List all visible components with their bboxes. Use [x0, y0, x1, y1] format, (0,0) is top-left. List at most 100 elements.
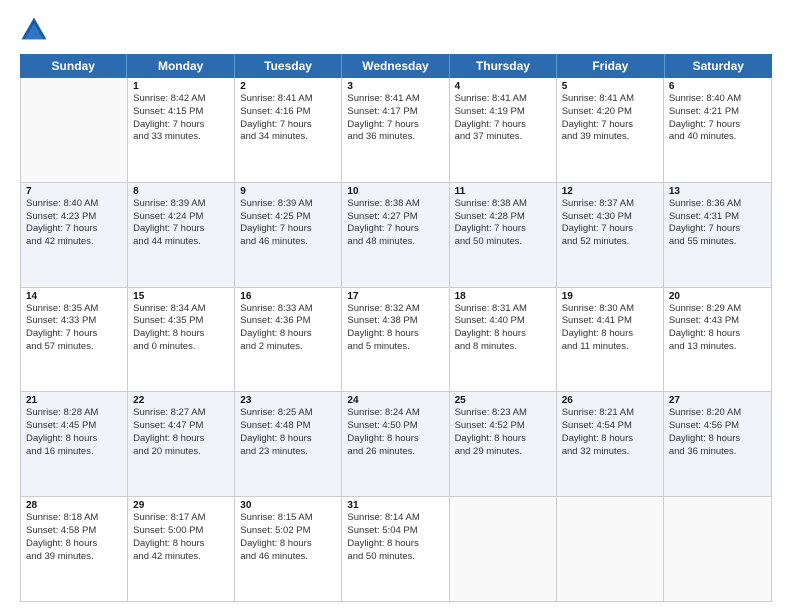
cell-info-line: Daylight: 7 hours	[26, 223, 122, 236]
cell-info-line: Sunset: 4:28 PM	[455, 211, 551, 224]
day-number: 31	[347, 500, 443, 511]
cell-info-line: and 0 minutes.	[133, 341, 229, 354]
cell-info-line: and 16 minutes.	[26, 446, 122, 459]
calendar-cell	[664, 497, 771, 601]
calendar-cell: 14Sunrise: 8:35 AMSunset: 4:33 PMDayligh…	[21, 288, 128, 392]
cell-info-line: Sunset: 4:19 PM	[455, 106, 551, 119]
day-number: 10	[347, 186, 443, 197]
cell-info-line: and 39 minutes.	[562, 131, 658, 144]
calendar-cell: 24Sunrise: 8:24 AMSunset: 4:50 PMDayligh…	[342, 392, 449, 496]
cell-info-line: Sunset: 4:52 PM	[455, 420, 551, 433]
cell-info-line: Sunset: 4:38 PM	[347, 315, 443, 328]
cell-info-line: Daylight: 7 hours	[26, 328, 122, 341]
calendar-cell: 21Sunrise: 8:28 AMSunset: 4:45 PMDayligh…	[21, 392, 128, 496]
cell-info-line: Daylight: 8 hours	[240, 328, 336, 341]
day-number: 19	[562, 291, 658, 302]
calendar-cell	[21, 78, 128, 182]
header-day-friday: Friday	[557, 54, 664, 78]
calendar-cell: 29Sunrise: 8:17 AMSunset: 5:00 PMDayligh…	[128, 497, 235, 601]
calendar-cell: 31Sunrise: 8:14 AMSunset: 5:04 PMDayligh…	[342, 497, 449, 601]
cell-info-line: and 40 minutes.	[669, 131, 766, 144]
cell-info-line: Sunset: 4:20 PM	[562, 106, 658, 119]
header-day-monday: Monday	[127, 54, 234, 78]
calendar-cell: 18Sunrise: 8:31 AMSunset: 4:40 PMDayligh…	[450, 288, 557, 392]
cell-info-line: Sunset: 4:15 PM	[133, 106, 229, 119]
cell-info-line: and 37 minutes.	[455, 131, 551, 144]
day-number: 17	[347, 291, 443, 302]
calendar-cell: 1Sunrise: 8:42 AMSunset: 4:15 PMDaylight…	[128, 78, 235, 182]
calendar-cell: 13Sunrise: 8:36 AMSunset: 4:31 PMDayligh…	[664, 183, 771, 287]
day-number: 11	[455, 186, 551, 197]
cell-info-line: Sunrise: 8:42 AM	[133, 93, 229, 106]
cell-info-line: Sunset: 4:16 PM	[240, 106, 336, 119]
calendar-cell: 28Sunrise: 8:18 AMSunset: 4:58 PMDayligh…	[21, 497, 128, 601]
calendar-cell: 25Sunrise: 8:23 AMSunset: 4:52 PMDayligh…	[450, 392, 557, 496]
cell-info-line: and 34 minutes.	[240, 131, 336, 144]
cell-info-line: Sunset: 4:47 PM	[133, 420, 229, 433]
cell-info-line: Sunset: 4:30 PM	[562, 211, 658, 224]
cell-info-line: and 42 minutes.	[133, 551, 229, 564]
cell-info-line: Daylight: 7 hours	[562, 223, 658, 236]
calendar: SundayMondayTuesdayWednesdayThursdayFrid…	[20, 54, 772, 602]
cell-info-line: Daylight: 8 hours	[133, 328, 229, 341]
cell-info-line: Sunrise: 8:37 AM	[562, 198, 658, 211]
calendar-cell: 16Sunrise: 8:33 AMSunset: 4:36 PMDayligh…	[235, 288, 342, 392]
header-day-sunday: Sunday	[20, 54, 127, 78]
cell-info-line: Daylight: 8 hours	[562, 328, 658, 341]
cell-info-line: and 52 minutes.	[562, 236, 658, 249]
day-number: 28	[26, 500, 122, 511]
cell-info-line: Sunrise: 8:36 AM	[669, 198, 766, 211]
cell-info-line: Daylight: 7 hours	[455, 119, 551, 132]
day-number: 16	[240, 291, 336, 302]
cell-info-line: Sunrise: 8:20 AM	[669, 407, 766, 420]
cell-info-line: and 8 minutes.	[455, 341, 551, 354]
day-number: 1	[133, 81, 229, 92]
calendar-cell: 6Sunrise: 8:40 AMSunset: 4:21 PMDaylight…	[664, 78, 771, 182]
cell-info-line: Sunrise: 8:14 AM	[347, 512, 443, 525]
calendar-cell	[557, 497, 664, 601]
cell-info-line: Sunset: 4:33 PM	[26, 315, 122, 328]
cell-info-line: Daylight: 8 hours	[455, 433, 551, 446]
cell-info-line: and 44 minutes.	[133, 236, 229, 249]
calendar-cell: 12Sunrise: 8:37 AMSunset: 4:30 PMDayligh…	[557, 183, 664, 287]
cell-info-line: Sunset: 5:04 PM	[347, 525, 443, 538]
cell-info-line: Daylight: 8 hours	[133, 538, 229, 551]
day-number: 24	[347, 395, 443, 406]
page: SundayMondayTuesdayWednesdayThursdayFrid…	[0, 0, 792, 612]
cell-info-line: Daylight: 8 hours	[562, 433, 658, 446]
cell-info-line: Sunrise: 8:23 AM	[455, 407, 551, 420]
cell-info-line: Sunrise: 8:35 AM	[26, 303, 122, 316]
cell-info-line: Sunset: 4:23 PM	[26, 211, 122, 224]
calendar-cell: 8Sunrise: 8:39 AMSunset: 4:24 PMDaylight…	[128, 183, 235, 287]
day-number: 12	[562, 186, 658, 197]
cell-info-line: Daylight: 7 hours	[347, 119, 443, 132]
cell-info-line: Daylight: 7 hours	[455, 223, 551, 236]
cell-info-line: Sunset: 4:27 PM	[347, 211, 443, 224]
cell-info-line: and 2 minutes.	[240, 341, 336, 354]
day-number: 30	[240, 500, 336, 511]
cell-info-line: Sunrise: 8:41 AM	[347, 93, 443, 106]
cell-info-line: Daylight: 7 hours	[669, 223, 766, 236]
calendar-header: SundayMondayTuesdayWednesdayThursdayFrid…	[20, 54, 772, 78]
cell-info-line: and 50 minutes.	[455, 236, 551, 249]
cell-info-line: and 13 minutes.	[669, 341, 766, 354]
day-number: 23	[240, 395, 336, 406]
cell-info-line: and 46 minutes.	[240, 236, 336, 249]
calendar-cell: 4Sunrise: 8:41 AMSunset: 4:19 PMDaylight…	[450, 78, 557, 182]
day-number: 9	[240, 186, 336, 197]
day-number: 13	[669, 186, 766, 197]
cell-info-line: and 55 minutes.	[669, 236, 766, 249]
cell-info-line: Sunrise: 8:38 AM	[347, 198, 443, 211]
calendar-cell: 3Sunrise: 8:41 AMSunset: 4:17 PMDaylight…	[342, 78, 449, 182]
cell-info-line: Sunrise: 8:25 AM	[240, 407, 336, 420]
cell-info-line: Sunrise: 8:27 AM	[133, 407, 229, 420]
cell-info-line: Sunrise: 8:31 AM	[455, 303, 551, 316]
logo-icon	[20, 16, 48, 44]
cell-info-line: Daylight: 7 hours	[347, 223, 443, 236]
cell-info-line: Daylight: 8 hours	[26, 433, 122, 446]
calendar-cell: 15Sunrise: 8:34 AMSunset: 4:35 PMDayligh…	[128, 288, 235, 392]
cell-info-line: Sunset: 4:25 PM	[240, 211, 336, 224]
cell-info-line: Sunset: 5:02 PM	[240, 525, 336, 538]
calendar-cell: 26Sunrise: 8:21 AMSunset: 4:54 PMDayligh…	[557, 392, 664, 496]
cell-info-line: Sunrise: 8:28 AM	[26, 407, 122, 420]
